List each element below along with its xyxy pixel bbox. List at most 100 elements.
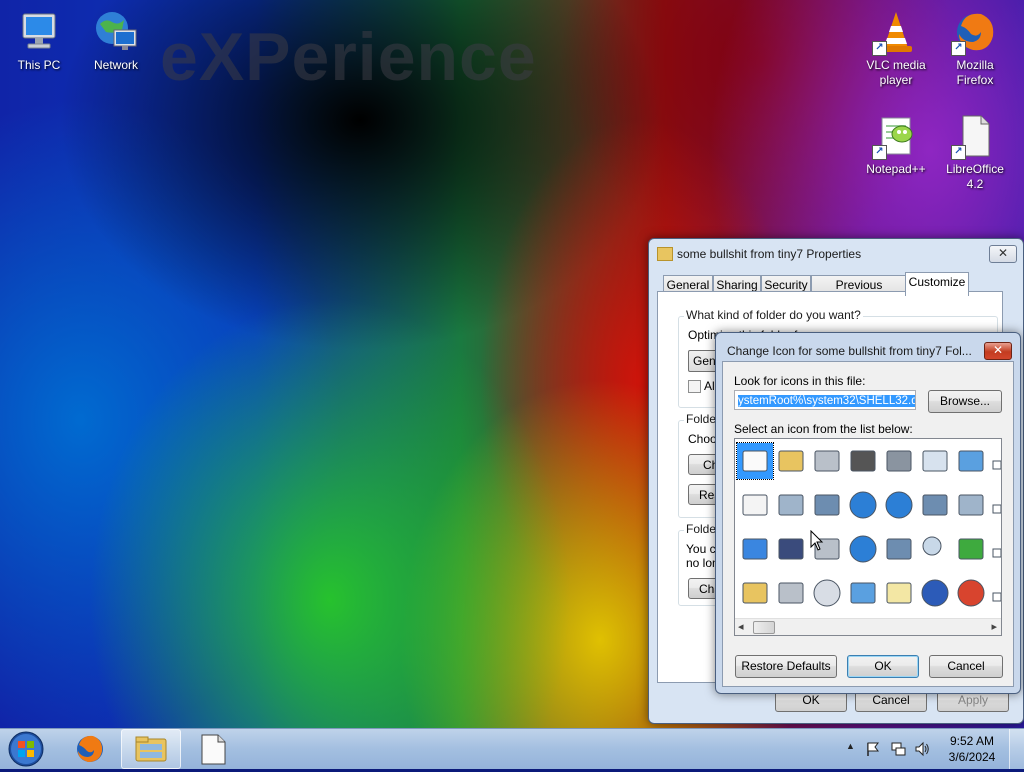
cd-drive-icon[interactable] <box>809 575 845 611</box>
system-tray: ▲ 9:52 AM 3/6/2024 <box>840 729 1024 769</box>
grid-folder-icon[interactable] <box>881 575 917 611</box>
clock-date: 3/6/2024 <box>948 750 996 764</box>
scrollbar-thumb[interactable] <box>753 621 775 634</box>
globe-computer-icon[interactable] <box>881 487 917 523</box>
taskbar-document[interactable] <box>183 729 243 769</box>
desktop-icon-label: Notepad++ <box>866 162 926 176</box>
document-icon <box>201 734 226 765</box>
properties-titlebar[interactable]: some bullshit from tiny7 Properties ✕ <box>649 239 1023 267</box>
horizontal-scrollbar[interactable]: ◂ ▸ <box>735 618 1001 635</box>
shortcut-icon[interactable] <box>989 443 1001 479</box>
icon-grid <box>735 439 1001 617</box>
desktop-icon-label: LibreOffice 4.2 <box>946 162 1004 191</box>
clock-time: 9:52 AM <box>949 734 995 748</box>
tab-customize[interactable]: Customize <box>905 272 969 296</box>
desktop-icon-network[interactable]: Network <box>78 8 154 73</box>
monitor-icon[interactable] <box>953 443 989 479</box>
floppy-drive-icon[interactable] <box>773 531 809 567</box>
globe-icon[interactable] <box>845 487 881 523</box>
printer-icon[interactable] <box>881 443 917 479</box>
clock-document-icon[interactable] <box>917 443 953 479</box>
file-path-value: ystemRoot%\system32\SHELL32.dll <box>738 395 915 407</box>
browse-button[interactable]: Browse... <box>928 390 1002 413</box>
monitor-computer-icon[interactable] <box>845 575 881 611</box>
blank-window-icon[interactable] <box>736 442 774 480</box>
small-icon[interactable] <box>989 575 1001 611</box>
show-hidden-icons-button[interactable]: ▲ <box>846 741 855 751</box>
window-icon[interactable] <box>737 531 773 567</box>
desktop-icon-firefox[interactable]: ↗ Mozilla Firefox <box>937 8 1013 88</box>
folder-icons-text: You c <box>686 542 716 556</box>
desktop-icon-label: Mozilla Firefox <box>956 58 994 87</box>
shortcut-arrow-icon: ↗ <box>951 41 966 56</box>
computer-box-icon[interactable] <box>953 487 989 523</box>
desktop-icon-vlc[interactable]: ↗ VLC media player <box>858 8 934 88</box>
document-icon[interactable] <box>737 487 773 523</box>
windows-start-icon <box>8 731 44 767</box>
select-icon-label: Select an icon from the list below: <box>734 422 913 436</box>
shortcut-arrow-icon: ↗ <box>872 145 887 160</box>
computer-icon <box>15 8 63 56</box>
volume-icon[interactable] <box>914 741 930 757</box>
wallpaper-logo: eXPerience <box>160 19 537 95</box>
firefox-icon: ↗ <box>951 8 999 56</box>
restore-defaults-button[interactable]: Restore Defaults <box>735 655 837 678</box>
ok-button[interactable]: OK <box>847 655 919 678</box>
folder-icons-text: no lon <box>686 556 719 570</box>
network-icon <box>92 8 140 56</box>
taskbar-explorer[interactable] <box>121 729 181 769</box>
scroll-right-icon[interactable]: ▸ <box>991 620 997 633</box>
start-button[interactable] <box>6 730 46 768</box>
search-icon[interactable] <box>917 531 953 567</box>
action-center-flag-icon[interactable] <box>865 741 881 757</box>
icon-list[interactable]: ◂ ▸ <box>734 438 1002 636</box>
taskbar-firefox[interactable] <box>60 729 120 769</box>
vlc-icon: ↗ <box>872 8 920 56</box>
desktop-icon-label: VLC media player <box>866 58 926 87</box>
also-apply-checkbox[interactable] <box>688 380 701 393</box>
libreoffice-icon: ↗ <box>951 112 999 160</box>
shortcut-arrow-icon: ↗ <box>872 41 887 56</box>
shortcut-arrow-icon: ↗ <box>951 145 966 160</box>
network-tray-icon[interactable] <box>890 741 906 757</box>
drive-icon[interactable] <box>809 443 845 479</box>
change-icon-dialog: Change Icon for some bullshit from tiny7… <box>715 332 1021 694</box>
drive-icon[interactable] <box>773 575 809 611</box>
chip-icon[interactable] <box>845 443 881 479</box>
folder-icon[interactable] <box>773 443 809 479</box>
change-icon-content: Look for icons in this file: ystemRoot%\… <box>722 361 1014 687</box>
close-button[interactable]: ✕ <box>989 245 1017 263</box>
network-drive-icon[interactable] <box>809 487 845 523</box>
firefox-icon <box>77 735 103 762</box>
help-icon[interactable] <box>917 575 953 611</box>
small-icon[interactable] <box>989 531 1001 567</box>
show-desktop-button[interactable] <box>1009 729 1024 769</box>
globe-mouse-icon[interactable] <box>845 531 881 567</box>
network-monitor-icon[interactable] <box>917 487 953 523</box>
change-icon-titlebar[interactable]: Change Icon for some bullshit from tiny7… <box>716 333 1020 361</box>
shortcut-arrow-icon[interactable] <box>989 487 1001 523</box>
file-path-input[interactable]: ystemRoot%\system32\SHELL32.dll <box>734 390 916 410</box>
taskbar: ▲ 9:52 AM 3/6/2024 <box>0 728 1024 769</box>
scroll-left-icon[interactable]: ◂ <box>738 620 744 633</box>
explorer-folder-icon <box>135 736 167 762</box>
green-arrow-drive-icon[interactable] <box>953 531 989 567</box>
mouse-cursor-icon <box>810 530 824 551</box>
folder-icon <box>657 247 673 261</box>
notepad-plus-plus-icon: ↗ <box>872 112 920 160</box>
desktop-icon-label: This PC <box>17 58 61 72</box>
dialog-title: Change Icon for some bullshit from tiny7… <box>727 344 972 358</box>
close-button[interactable]: ✕ <box>984 342 1012 360</box>
desktop-icon-label: Network <box>93 58 138 72</box>
clock[interactable]: 9:52 AM 3/6/2024 <box>940 733 1004 765</box>
network-computers-icon[interactable] <box>881 531 917 567</box>
cancel-button[interactable]: Cancel <box>929 655 1003 678</box>
folder-icon[interactable] <box>737 575 773 611</box>
desktop-icon-libreoffice[interactable]: ↗ LibreOffice 4.2 <box>937 112 1013 192</box>
desktop-icon-notepad-plus-plus[interactable]: ↗ Notepad++ <box>858 112 934 177</box>
desktop-icon-this-pc[interactable]: This PC <box>1 8 77 73</box>
look-for-icons-label: Look for icons in this file: <box>734 374 866 388</box>
computer-printer-icon[interactable] <box>773 487 809 523</box>
shutdown-icon[interactable] <box>953 575 989 611</box>
window-title: some bullshit from tiny7 Properties <box>677 247 862 261</box>
